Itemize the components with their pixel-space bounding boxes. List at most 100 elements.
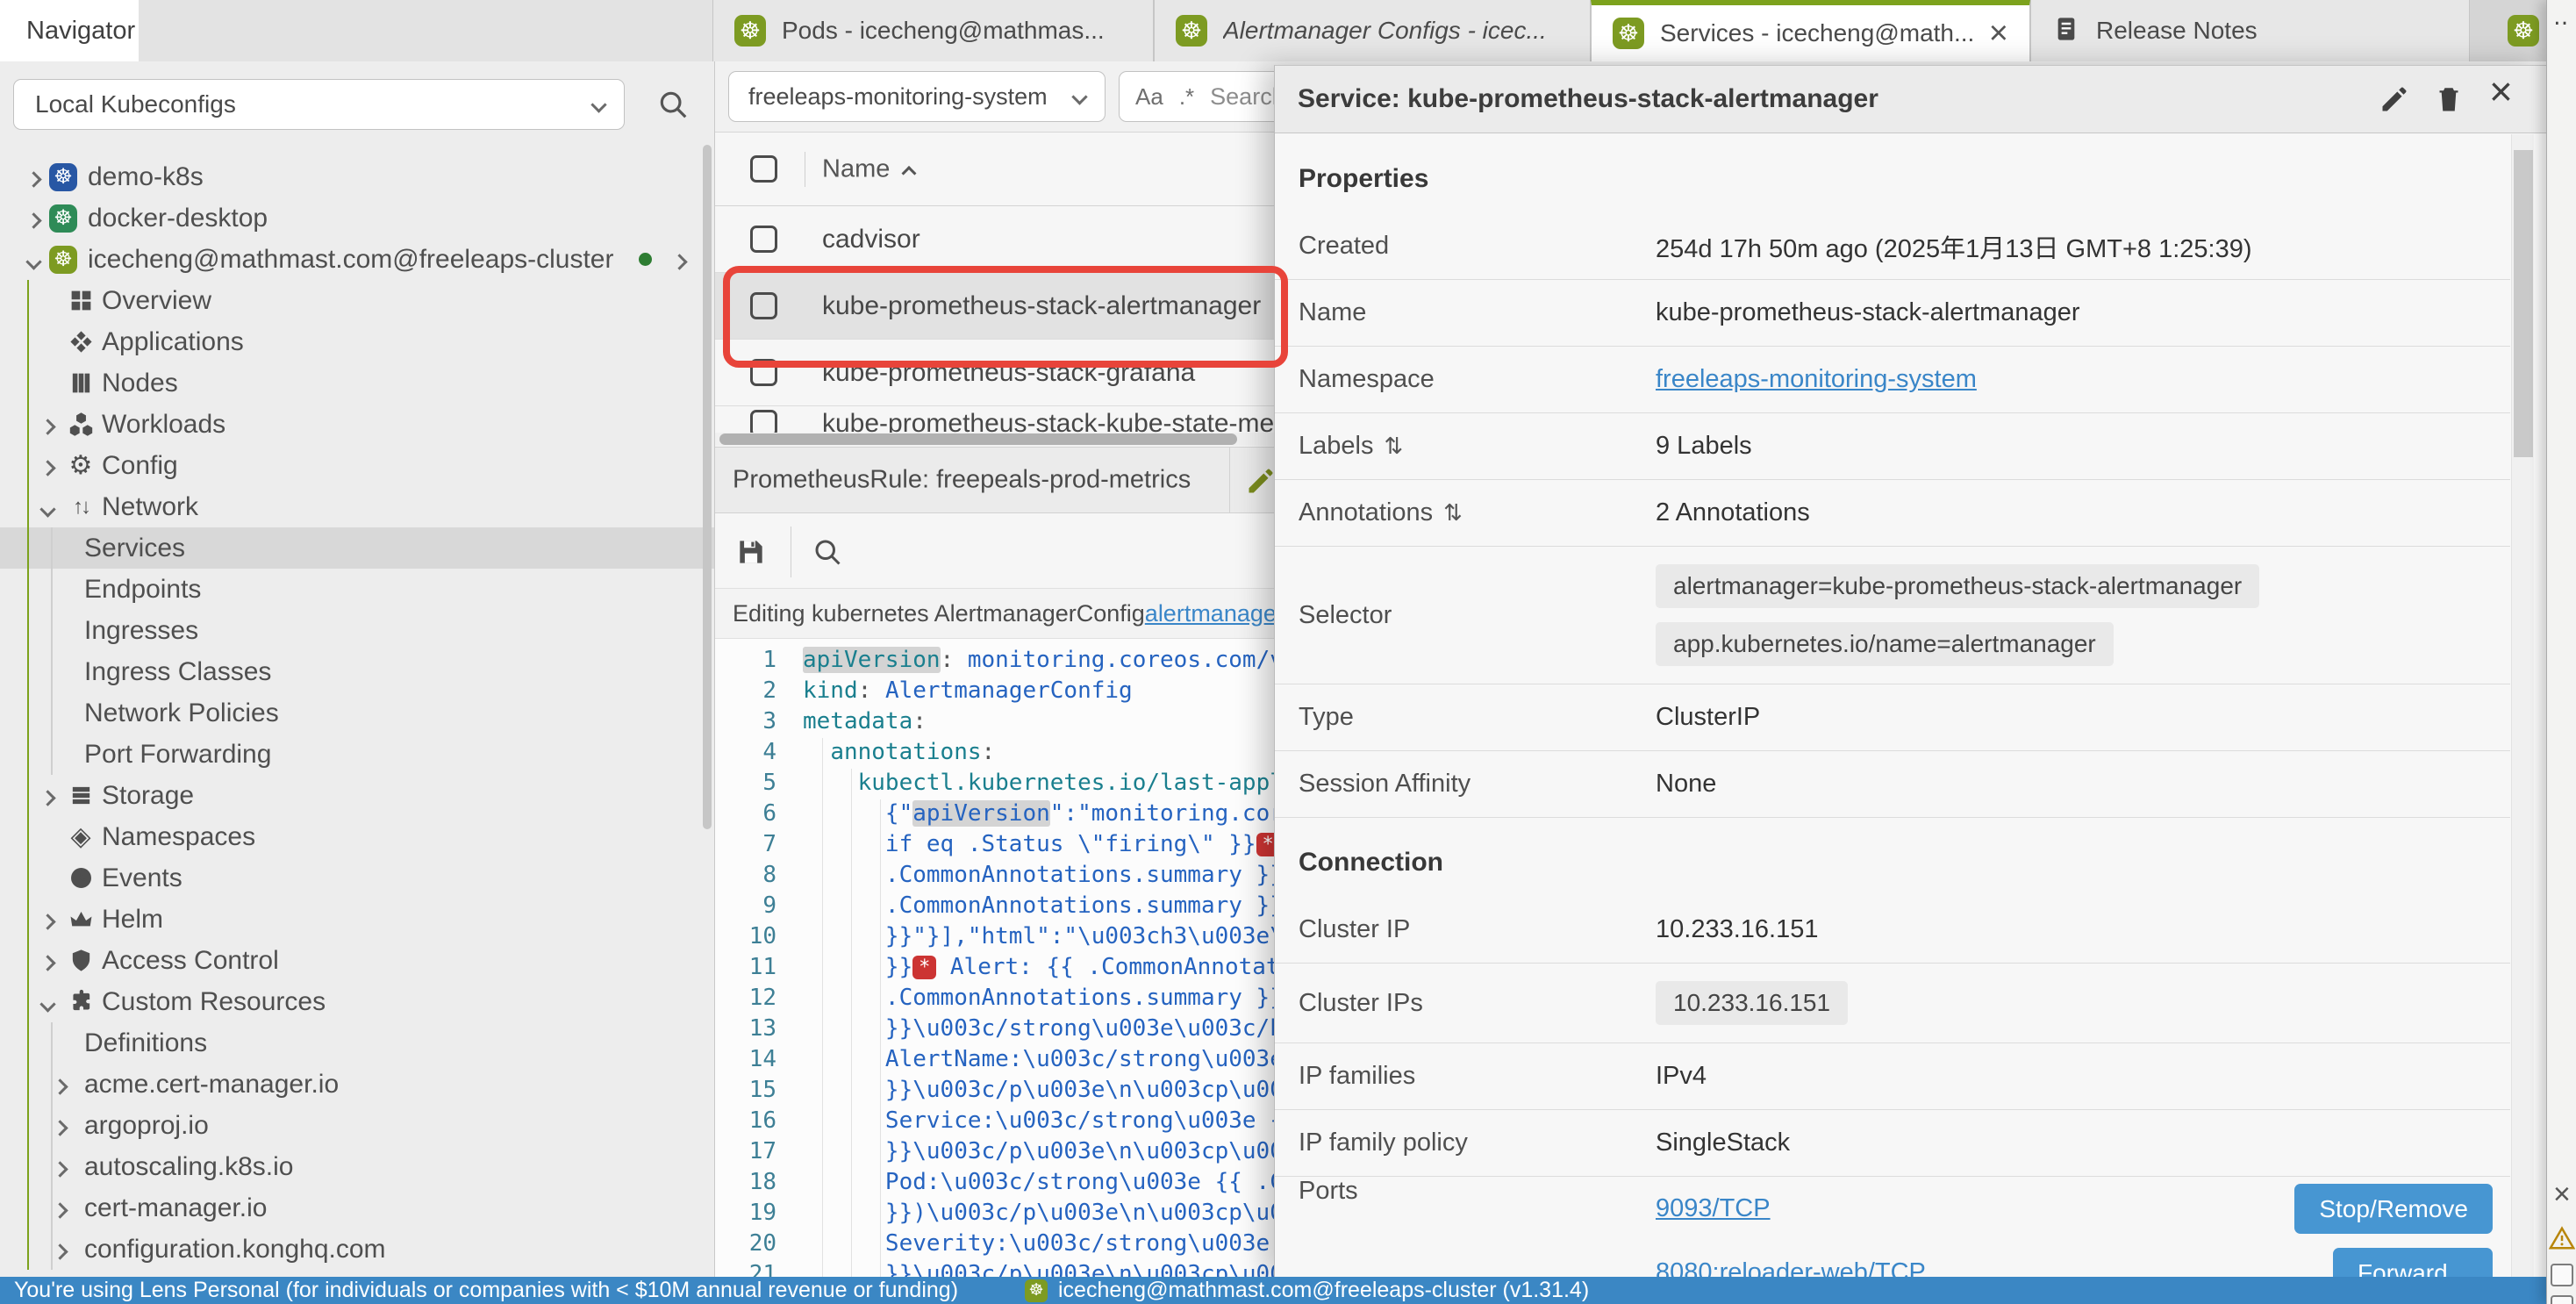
drawer-row-annotations: Annotations⇅2 Annotations (1275, 480, 2510, 547)
chevron-right-icon[interactable] (54, 1193, 66, 1223)
drawer-row-label: IP families (1299, 1062, 1656, 1091)
sidebar-item-access-control[interactable]: Access Control (0, 940, 715, 981)
chevron-right-icon[interactable] (42, 451, 54, 481)
drawer-row-created: Created254d 17h 50m ago (2025年1月13日 GMT+… (1275, 213, 2510, 280)
row-checkbox[interactable] (750, 226, 777, 253)
sort-arrows-icon[interactable]: ⇅ (1384, 433, 1403, 460)
tab-release-notes[interactable]: Release Notes (2030, 0, 2470, 61)
match-case-icon[interactable]: Aa (1135, 83, 1163, 111)
sidebar-item-configuration-konghq-com[interactable]: configuration.konghq.com (0, 1229, 715, 1270)
sidebar-search-icon[interactable] (656, 88, 690, 125)
kubernetes-icon: ☸ (734, 15, 766, 47)
sidebar-item-ingress-classes[interactable]: Ingress Classes (0, 651, 715, 692)
sidebar-item-applications[interactable]: Applications (0, 321, 715, 362)
drawer-row-cluster-ip: Cluster IP10.233.16.151 (1275, 897, 2510, 964)
sidebar-item-helm[interactable]: Helm (0, 899, 715, 940)
alertmanagerconfig-link[interactable]: alertmanager (1145, 600, 1284, 627)
sidebar-item-argoproj-io[interactable]: argoproj.io (0, 1105, 715, 1146)
namespace-selector[interactable]: freeleaps-monitoring-system (728, 71, 1106, 122)
status-cluster[interactable]: ☸ icecheng@mathmast.com@freeleaps-cluste… (1025, 1278, 1589, 1303)
sidebar-item-cert-manager-io[interactable]: cert-manager.io (0, 1187, 715, 1229)
cluster-version-text: icecheng@mathmast.com@freeleaps-cluster … (1058, 1278, 1589, 1303)
stop-remove-button[interactable]: Stop/Remove (2294, 1184, 2493, 1234)
dock-divider (1229, 448, 1230, 512)
toolbar-button[interactable] (2551, 1295, 2573, 1304)
select-all-checkbox[interactable] (750, 155, 777, 183)
port-link[interactable]: 8080:reloader-web/TCP (1656, 1258, 1926, 1277)
toolbar-button[interactable] (2551, 1264, 2573, 1286)
sidebar-item-autoscaling-k8s-io[interactable]: autoscaling.k8s.io (0, 1146, 715, 1187)
chevron-right-icon[interactable] (54, 1152, 66, 1182)
chevron-right-icon[interactable] (42, 781, 54, 811)
column-header-name[interactable]: Name (822, 154, 914, 183)
scrollbar-thumb[interactable] (2514, 150, 2533, 457)
cluster-tree: ☸demo-k8s☸docker-desktop☸icecheng@mathma… (0, 156, 715, 1270)
close-icon[interactable]: × (2553, 1178, 2571, 1212)
sidebar-item-overview[interactable]: Overview (0, 280, 715, 321)
line-number: 10 (715, 923, 803, 949)
chevron-right-icon[interactable] (54, 1235, 66, 1265)
chevron-down-icon[interactable] (42, 492, 54, 522)
kubeconfig-selector[interactable]: Local Kubeconfigs (13, 79, 625, 130)
chevron-right-icon[interactable] (28, 204, 39, 233)
sidebar-item-nodes[interactable]: Nodes (0, 362, 715, 404)
scrollbar-thumb[interactable] (719, 433, 1237, 445)
chevron-right-icon[interactable] (54, 1111, 66, 1141)
sidebar-item-custom-resources[interactable]: Custom Resources (0, 981, 715, 1022)
sidebar-item-namespaces[interactable]: ◈Namespaces (0, 816, 715, 857)
sidebar-scrollbar[interactable] (703, 145, 712, 829)
sidebar-item-demo-k8s[interactable]: ☸demo-k8s (0, 156, 715, 197)
drawer-scrollbar[interactable] (2511, 134, 2534, 1277)
chevron-right-icon[interactable] (54, 1070, 66, 1100)
chevron-right-icon[interactable] (42, 946, 54, 976)
ellipsis-icon: ‥ (2553, 4, 2570, 31)
sidebar-item-services[interactable]: Services (0, 527, 715, 569)
chevron-down-icon[interactable] (42, 987, 54, 1017)
sidebar-item-label: autoscaling.k8s.io (0, 1152, 293, 1182)
sidebar-item-events[interactable]: Events (0, 857, 715, 899)
sidebar-item-network[interactable]: ↑↓Network (0, 486, 715, 527)
port-line: 9093/TCP Stop/Remove (1656, 1177, 2493, 1241)
sidebar-item-label: Ingresses (0, 616, 198, 646)
edit-pencil-icon[interactable] (2379, 83, 2410, 119)
sidebar-item-definitions[interactable]: Definitions (0, 1022, 715, 1064)
drawer-row-namespace: Namespacefreeleaps-monitoring-system (1275, 347, 2510, 413)
regex-icon[interactable]: .* (1179, 83, 1194, 111)
drawer-row-value: 10.233.16.151 (1656, 915, 1818, 944)
tree-guide-line (51, 527, 53, 775)
edit-pencil-icon[interactable] (1245, 465, 1277, 501)
tab-pods-icecheng-mathmas[interactable]: ☸Pods - icecheng@mathmas... (712, 0, 1154, 61)
drawer-row-cluster-ips: Cluster IPs10.233.16.151 (1275, 964, 2510, 1043)
sidebar-item-workloads[interactable]: Workloads (0, 404, 715, 445)
editor-search-icon[interactable] (812, 536, 843, 572)
sidebar-item-port-forwarding[interactable]: Port Forwarding (0, 734, 715, 775)
sort-arrows-icon[interactable]: ⇅ (1443, 499, 1463, 527)
chevron-down-icon[interactable] (28, 245, 39, 275)
sidebar-item-docker-desktop[interactable]: ☸docker-desktop (0, 197, 715, 239)
sidebar-item-endpoints[interactable]: Endpoints (0, 569, 715, 610)
chip-list: alertmanager=kube-prometheus-stack-alert… (1656, 547, 2259, 684)
forward-button[interactable]: Forward... (2333, 1248, 2493, 1277)
port-link[interactable]: 9093/TCP (1656, 1194, 1771, 1223)
save-icon[interactable] (734, 535, 768, 573)
chevron-right-icon[interactable] (28, 162, 39, 192)
sidebar-item-acme-cert-manager-io[interactable]: acme.cert-manager.io (0, 1064, 715, 1105)
sidebar-item-storage[interactable]: Storage (0, 775, 715, 816)
connected-status-dot (639, 253, 652, 266)
close-icon[interactable]: × (2489, 71, 2513, 111)
chevron-right-icon[interactable] (42, 905, 54, 935)
tab-close-icon[interactable]: × (1989, 17, 2008, 50)
navigator-panel-tab[interactable]: Navigator (0, 0, 139, 61)
namespace-link[interactable]: freeleaps-monitoring-system (1656, 365, 1977, 394)
window-tab-bar: Navigator ☸ ☸Pods - icecheng@mathmas...☸… (0, 0, 2576, 61)
sidebar-item-ingresses[interactable]: Ingresses (0, 610, 715, 651)
kubernetes-icon: ☸ (47, 204, 79, 233)
chevron-right-icon[interactable] (42, 410, 54, 440)
sidebar-item-network-policies[interactable]: Network Policies (0, 692, 715, 734)
tab-alertmanager-configs-icec[interactable]: ☸Alertmanager Configs - icec... (1154, 0, 1591, 61)
trash-icon[interactable] (2433, 83, 2465, 119)
sidebar-item-icecheng-mathmast-com-freeleaps-cluster[interactable]: ☸icecheng@mathmast.com@freeleaps-cluster (0, 239, 715, 280)
tab-services-icecheng-math[interactable]: ☸Services - icecheng@math...× (1591, 0, 2030, 61)
sidebar-item-config[interactable]: ⚙Config (0, 445, 715, 486)
chevron-right-icon[interactable] (674, 245, 685, 275)
